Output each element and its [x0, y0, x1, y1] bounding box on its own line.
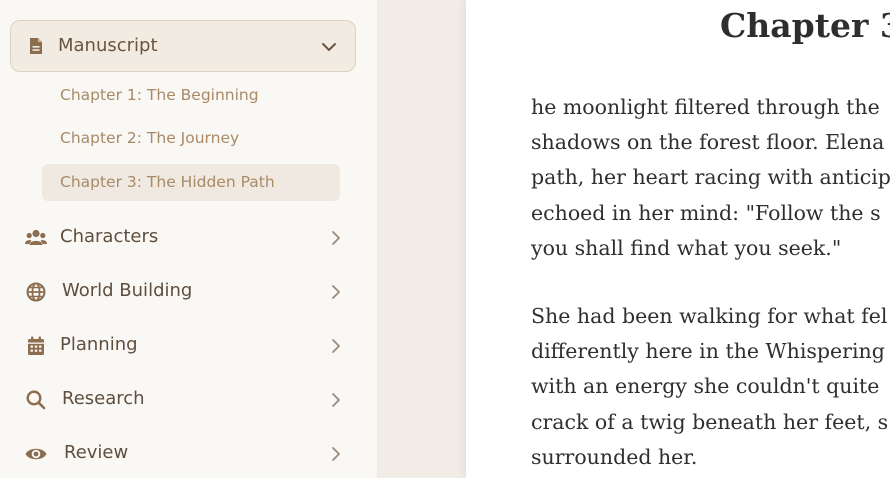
chapter-item-2[interactable]: Chapter 2: The Journey [42, 120, 340, 157]
chapter-item-label: Chapter 2: The Journey [60, 129, 240, 147]
text-line: crack of a twig beneath her feet, s [531, 409, 889, 434]
chapter-item-3[interactable]: Chapter 3: The Hidden Path [42, 164, 340, 201]
text-line: surrounded her. [531, 444, 698, 469]
sidebar-item-characters[interactable]: Characters [0, 215, 378, 259]
sidebar-item-label: Review [64, 442, 129, 463]
paragraph[interactable]: She had been walking for what fel differ… [531, 299, 888, 475]
text-line: echoed in her mind: "Follow the s [531, 200, 881, 225]
text-line: you shall find what you seek." [531, 235, 842, 260]
manuscript-folder[interactable]: Manuscript [10, 20, 356, 72]
chevron-right-icon [332, 393, 340, 407]
users-icon [25, 229, 47, 245]
text-line: She had been walking for what fel [531, 304, 888, 328]
search-icon [26, 390, 46, 410]
chevron-right-icon [332, 285, 340, 299]
paragraph[interactable]: he moonlight filtered through the shadow… [531, 90, 890, 266]
sidebar-item-world-building[interactable]: World Building [0, 269, 378, 313]
sidebar-item-label: Research [62, 388, 145, 409]
chapter-item-label: Chapter 3: The Hidden Path [60, 173, 275, 191]
text-line: differently here in the Whispering [531, 339, 885, 364]
document-icon [30, 38, 42, 54]
eye-icon [25, 448, 47, 460]
sidebar-item-label: Characters [60, 226, 159, 247]
chevron-right-icon [332, 447, 340, 461]
chapter-title: Chapter 3: [720, 6, 890, 45]
text-line: shadows on the forest floor. Elena [531, 130, 885, 155]
text-line: he moonlight filtered through the [531, 95, 880, 119]
editor-page[interactable]: Chapter 3: he moonlight filtered through… [466, 0, 890, 478]
sidebar: Manuscript Chapter 1: The Beginning Chap… [0, 0, 378, 478]
calendar-icon [28, 336, 44, 355]
text-line: path, her heart racing with anticip [531, 165, 890, 190]
chapter-item-label: Chapter 1: The Beginning [60, 86, 259, 104]
sidebar-item-label: Planning [60, 334, 138, 355]
chevron-right-icon [332, 231, 340, 245]
globe-icon [26, 282, 46, 302]
manuscript-folder-label: Manuscript [58, 35, 158, 56]
sidebar-item-research[interactable]: Research [0, 377, 378, 421]
chevron-right-icon [332, 339, 340, 353]
sidebar-item-planning[interactable]: Planning [0, 323, 378, 367]
sidebar-item-review[interactable]: Review [0, 431, 378, 475]
text-line: with an energy she couldn't quite [531, 374, 880, 399]
editor-gutter [378, 0, 466, 478]
chapter-item-1[interactable]: Chapter 1: The Beginning [42, 77, 340, 114]
writing-app: Manuscript Chapter 1: The Beginning Chap… [0, 0, 890, 478]
chevron-down-icon[interactable] [321, 39, 337, 55]
sidebar-item-label: World Building [62, 280, 193, 301]
